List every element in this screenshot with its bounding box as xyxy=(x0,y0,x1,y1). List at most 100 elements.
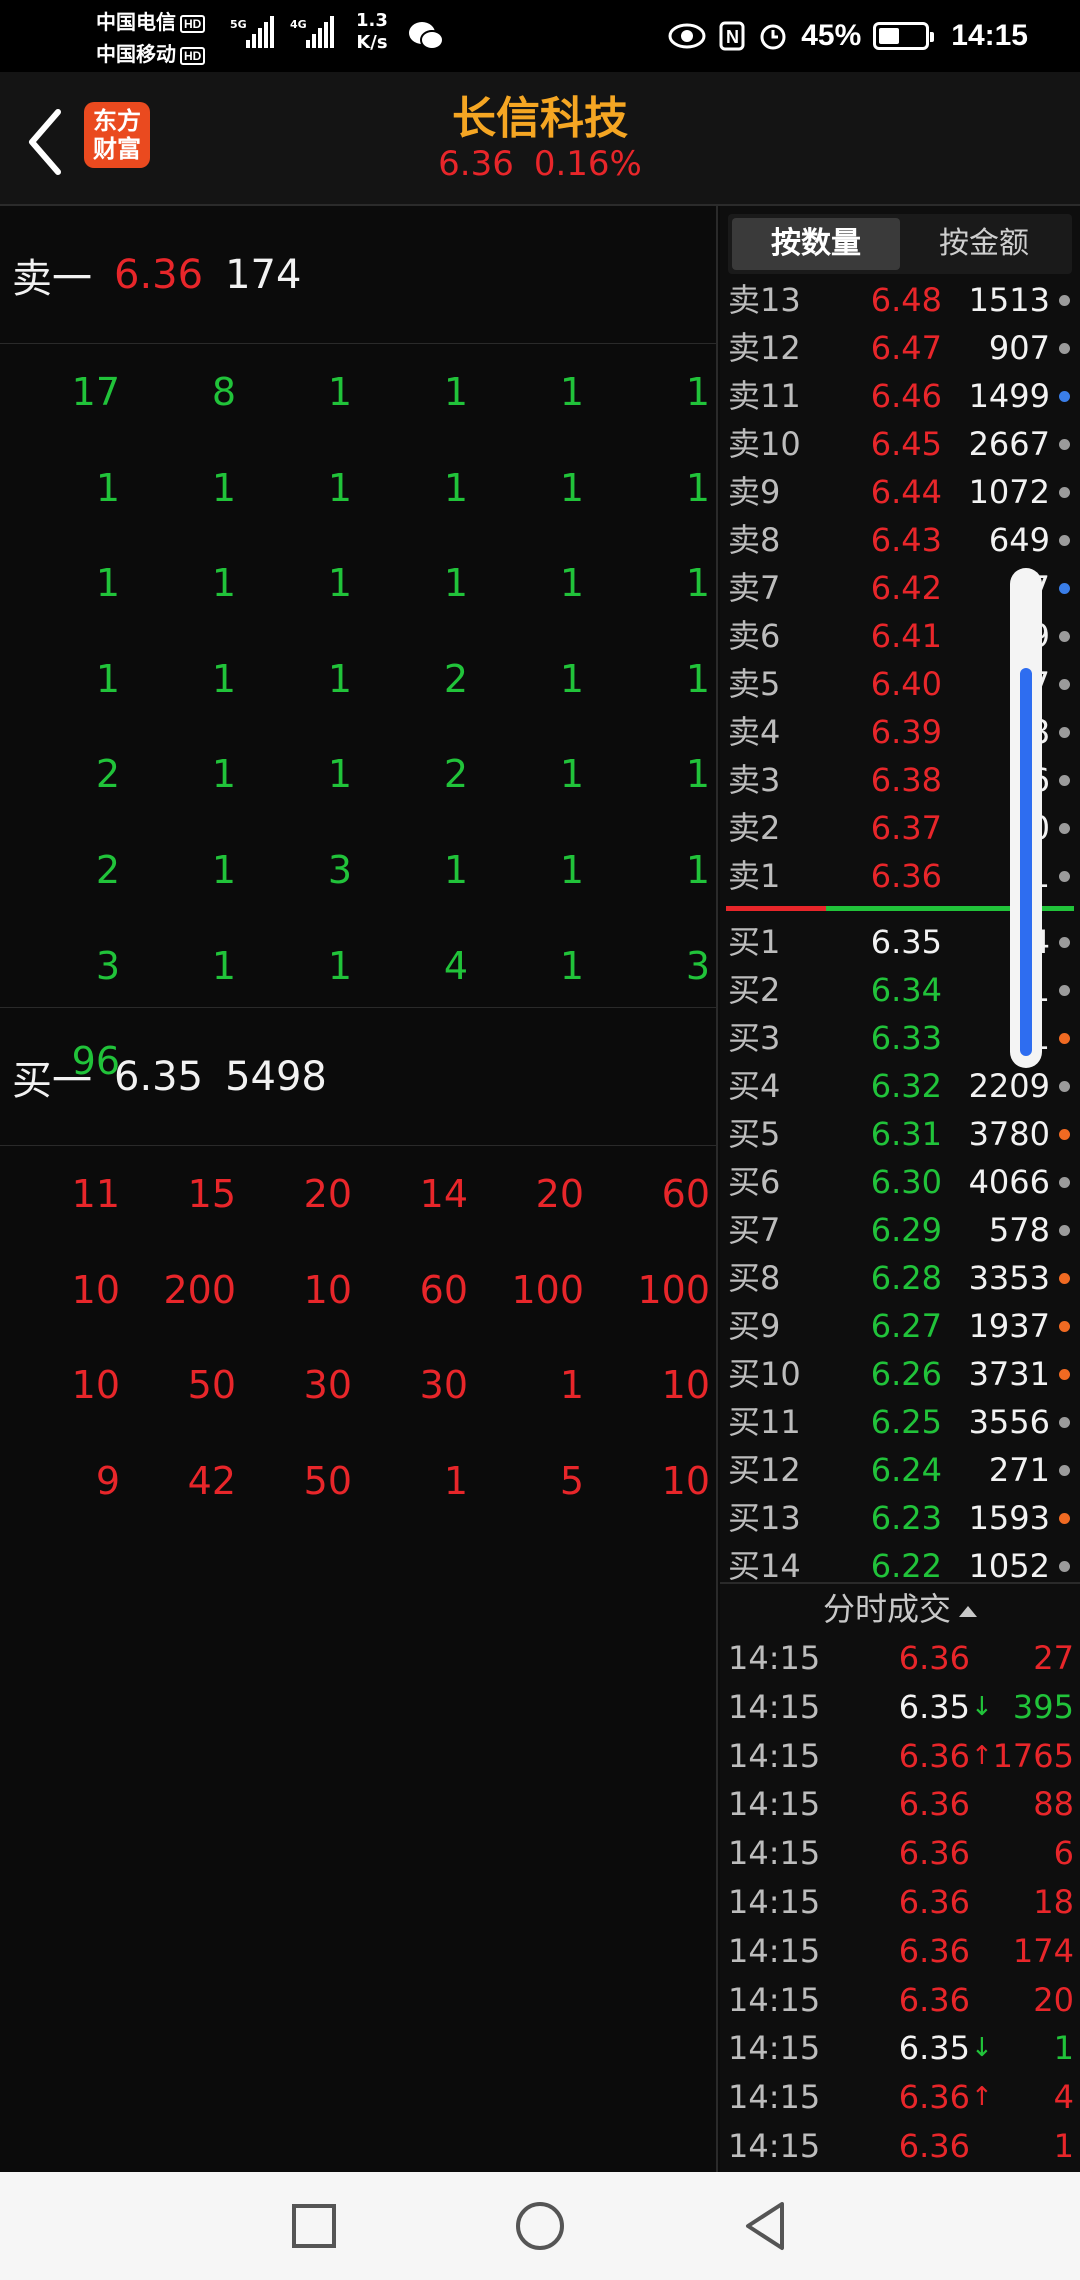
ticks-list[interactable]: 14:15 6.36 27 14:15 6.35 ↓ 395 14:15 6.36 ↑ 1765 14… xyxy=(720,1634,1080,2174)
bid-queue-cell: 30 xyxy=(303,1363,352,1408)
ask-queue-cell: 1 xyxy=(685,561,710,606)
tick-time: 14:15 xyxy=(728,1736,821,1775)
ask-level: 卖10 6.45 2667 xyxy=(720,420,1080,468)
clock: 14:15 xyxy=(951,19,1028,52)
bid-level-volume: 1052 xyxy=(968,1547,1050,1580)
by-quantity-tab[interactable]: 按数量 xyxy=(732,218,900,270)
tick-row: 14:15 6.36 18 xyxy=(720,1878,1080,1926)
ask-queue-cell: 1 xyxy=(211,752,236,797)
home-icon[interactable] xyxy=(510,2196,570,2256)
order-queue-panel: 卖一 6.36 174 17 8 1 1 1 1 1 1 1 1 1 1 1 1 1 1 1 1 1 1 1 2 1 1 2 1 1… xyxy=(0,206,718,2172)
bid-queue-cell: 50 xyxy=(303,1458,352,1503)
bid-level-label: 买3 xyxy=(728,1019,781,1057)
bid-level-dot-icon xyxy=(1059,1513,1070,1524)
bid-level-volume: 271 xyxy=(988,1451,1050,1489)
ask-queue-cell: 1 xyxy=(685,848,710,892)
bid-queue-cell: 11 xyxy=(71,1172,120,1216)
bid-level-label: 买9 xyxy=(728,1307,781,1345)
bid-queue-cell: 15 xyxy=(187,1172,236,1216)
bid-queue-cell: 20 xyxy=(535,1172,584,1216)
tick-volume: 1 xyxy=(1053,2127,1074,2165)
ask1-price: 6.36 xyxy=(114,251,204,298)
ask-queue-cell: 1 xyxy=(559,465,584,510)
bid-level-dot-icon xyxy=(1059,1129,1070,1140)
bid-queue-cell: 100 xyxy=(511,1267,584,1312)
bid-level-price: 6.26 xyxy=(870,1355,942,1393)
tick-row: 14:15 6.36 27 xyxy=(720,1634,1080,1682)
back-icon[interactable] xyxy=(736,2196,796,2256)
ask-level-price: 6.38 xyxy=(870,761,942,799)
ask-queue-cell: 1 xyxy=(559,561,584,606)
bid-level: 买5 6.31 3780 xyxy=(720,1110,1080,1158)
ask-queue-cell: 1 xyxy=(443,561,468,606)
tick-row: 14:15 6.36 ↑ 4 xyxy=(720,2073,1080,2121)
header: 东方 财富 长信科技 6.36 0.16% xyxy=(0,72,1080,206)
ask-level-volume: 649 xyxy=(988,521,1050,559)
ask1-label: 卖一 xyxy=(12,255,92,302)
ask-level: 卖9 6.44 1072 xyxy=(720,468,1080,516)
ticks-header[interactable]: 分时成交 xyxy=(720,1582,1080,1632)
tick-row: 14:15 6.36 88 xyxy=(720,1780,1080,1828)
ask-level-dot-icon xyxy=(1059,391,1070,402)
tick-price: 6.35 xyxy=(898,2029,970,2068)
tick-price: 6.36 xyxy=(898,2127,970,2165)
bid-level-price: 6.33 xyxy=(870,1019,942,1057)
bid-level-volume: 3556 xyxy=(968,1403,1050,1441)
ask-queue-cell: 1 xyxy=(327,370,352,414)
svg-text:5G: 5G xyxy=(230,18,247,31)
bid-queue-row: 10 200 10 60 100 100 xyxy=(0,1260,718,1320)
tick-volume: 395 xyxy=(1012,1687,1074,1726)
ask-queue-cell: 1 xyxy=(327,561,352,606)
bid-level-label: 买13 xyxy=(728,1499,801,1537)
tick-row: 14:15 6.36 ↑ 1765 xyxy=(720,1732,1080,1780)
scrollbar-thumb[interactable] xyxy=(1020,668,1032,1056)
ask-queue-cell: 8 xyxy=(211,370,236,414)
bid1-label: 买一 xyxy=(12,1057,92,1104)
ask-queue-cell: 1 xyxy=(443,848,468,892)
tick-volume: 18 xyxy=(1033,1883,1074,1921)
tick-time: 14:15 xyxy=(728,1687,821,1726)
ask-level-label: 卖1 xyxy=(728,857,781,895)
battery-percent: 45% xyxy=(801,19,862,52)
bid-queue-cell: 9 xyxy=(95,1458,120,1503)
tick-price: 6.36 xyxy=(898,1639,970,1677)
ask-queue-cell: 1 xyxy=(95,465,120,510)
ask-level-label: 卖6 xyxy=(728,617,781,655)
bid-queue-row: 11 15 20 14 20 60 xyxy=(0,1164,718,1224)
bid-queue-cell: 1 xyxy=(443,1458,468,1503)
ask-level-label: 卖8 xyxy=(728,521,781,559)
bid-queue-cell: 5 xyxy=(559,1458,584,1503)
stock-change: 0.16% xyxy=(533,144,642,184)
bid-level: 买9 6.27 1937 xyxy=(720,1302,1080,1350)
tick-price: 6.36 xyxy=(898,1980,970,2019)
ask-level-dot-icon xyxy=(1059,775,1070,786)
ask-queue-cell: 1 xyxy=(327,465,352,510)
bid-level: 买8 6.28 3353 xyxy=(720,1254,1080,1302)
bid-level-price: 6.24 xyxy=(870,1451,942,1489)
bid-level-volume: 1937 xyxy=(968,1307,1050,1345)
bid-level-price: 6.32 xyxy=(870,1067,942,1105)
ask-level-label: 卖11 xyxy=(728,377,801,415)
ask-level-volume: 1072 xyxy=(968,473,1050,511)
bid-level-price: 6.27 xyxy=(870,1307,942,1345)
ask-queue-cell: 2 xyxy=(95,752,120,797)
ask-level: 卖11 6.46 1499 xyxy=(720,372,1080,420)
tick-row: 14:15 6.36 20 xyxy=(720,1976,1080,2024)
bid-level: 买14 6.22 1052 xyxy=(720,1542,1080,1580)
bid-level-dot-icon xyxy=(1059,937,1070,948)
scrollbar[interactable] xyxy=(1010,568,1042,1068)
ask-queue-cell: 1 xyxy=(211,943,236,988)
bid-level-label: 买5 xyxy=(728,1115,781,1153)
ask-level-dot-icon xyxy=(1059,535,1070,546)
by-amount-tab[interactable]: 按金额 xyxy=(900,218,1068,270)
tick-row: 14:15 6.36 1 xyxy=(720,2122,1080,2170)
battery-icon xyxy=(873,22,935,50)
recent-apps-icon[interactable] xyxy=(284,2196,344,2256)
ask-queue-cell: 1 xyxy=(443,370,468,414)
tick-price: 6.36 xyxy=(898,1931,970,1970)
tick-volume: 88 xyxy=(1033,1785,1074,1824)
ask-queue-cell: 3 xyxy=(685,943,710,988)
bid-level-label: 买6 xyxy=(728,1163,781,1201)
ask-queue-cell: 1 xyxy=(211,561,236,606)
ask1-header: 卖一 6.36 174 xyxy=(0,206,718,344)
